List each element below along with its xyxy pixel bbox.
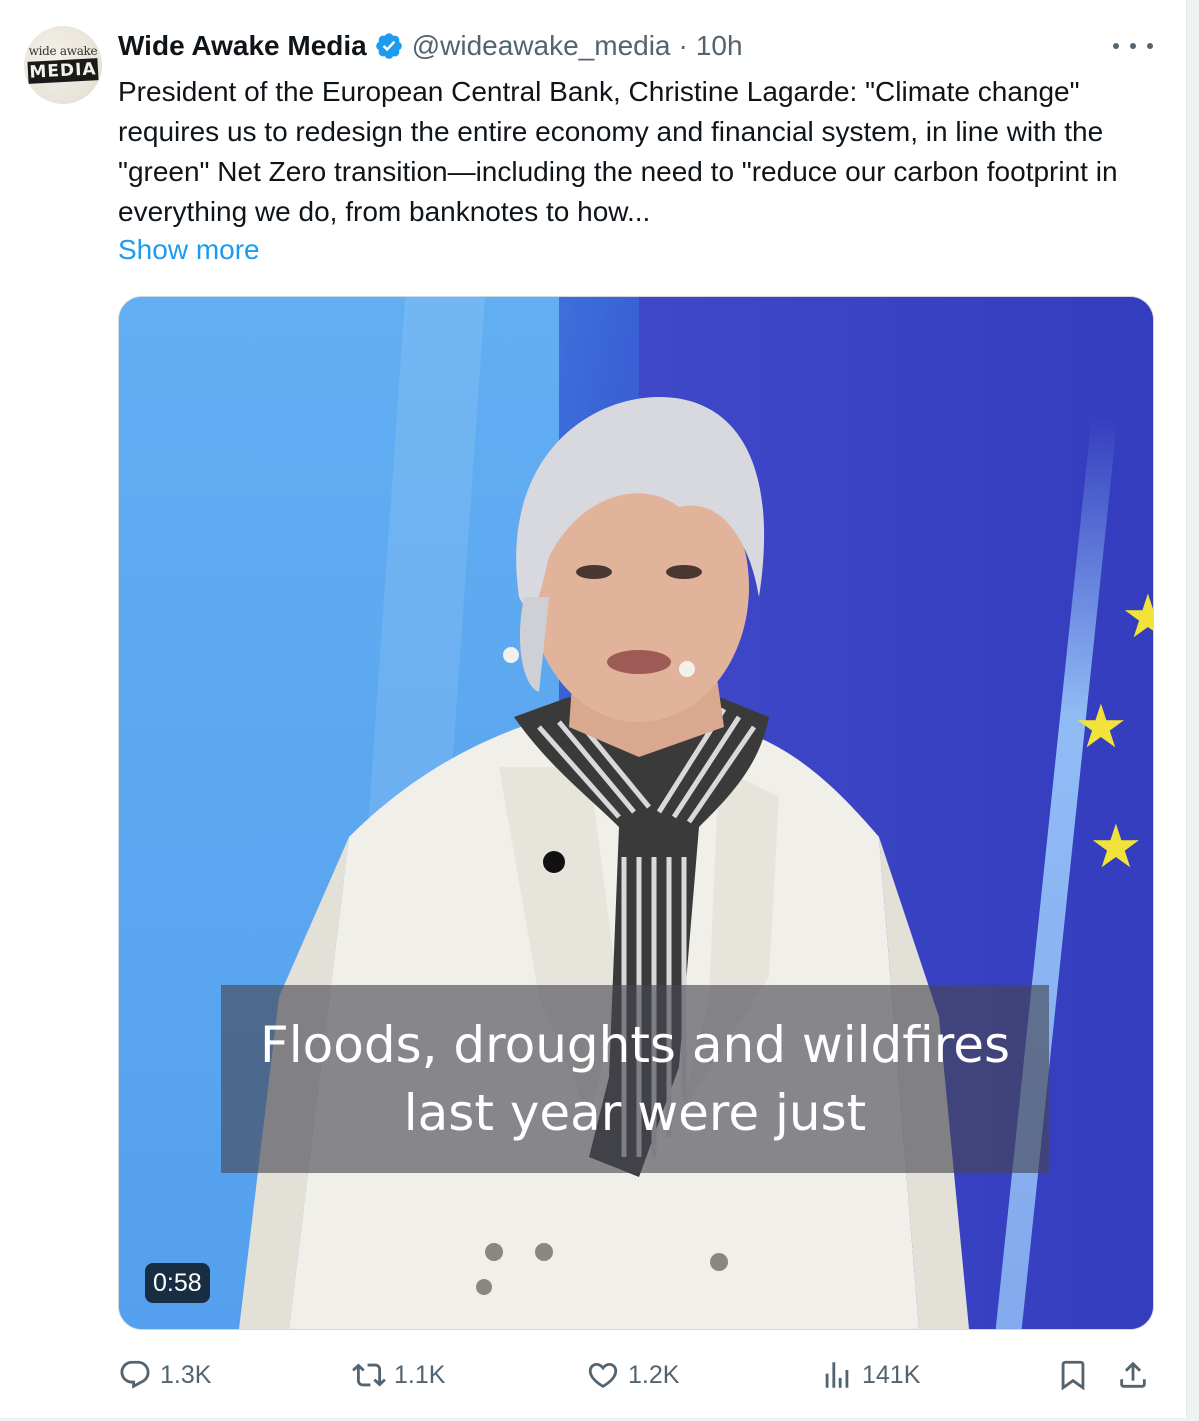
tweet-timestamp[interactable]: 10h bbox=[696, 30, 743, 62]
subtitle-line: last year were just bbox=[403, 1084, 867, 1142]
more-dot bbox=[1147, 43, 1153, 49]
subtitle-line: Floods, droughts and wildfires bbox=[260, 1016, 1010, 1074]
like-button[interactable]: 1.2K bbox=[586, 1350, 679, 1400]
like-icon bbox=[588, 1362, 618, 1388]
views-count: 141K bbox=[862, 1360, 921, 1389]
verified-badge-icon[interactable] bbox=[374, 31, 404, 61]
author-handle[interactable]: @wideawake_media bbox=[412, 30, 671, 62]
more-dot bbox=[1130, 43, 1136, 49]
video-subtitle: Floods, droughts and wildfires last year… bbox=[221, 985, 1049, 1173]
tweet-text: President of the European Central Bank, … bbox=[118, 76, 1118, 227]
author-name[interactable]: Wide Awake Media bbox=[118, 30, 367, 62]
like-count: 1.2K bbox=[628, 1360, 680, 1389]
video-player[interactable]: ★ ★ ★ ★ bbox=[118, 296, 1154, 1330]
repost-button[interactable]: 1.1K bbox=[352, 1350, 445, 1400]
tweet: wide awake MEDIA Wide Awake Media @widea… bbox=[0, 0, 1199, 1421]
separator-dot: · bbox=[678, 30, 688, 61]
tweet-header: Wide Awake Media @wideawake_media · 10h bbox=[118, 28, 743, 64]
avatar[interactable]: wide awake MEDIA bbox=[24, 26, 102, 104]
views-icon bbox=[825, 1362, 849, 1388]
more-icon[interactable] bbox=[1113, 36, 1153, 56]
reply-icon bbox=[120, 1360, 150, 1389]
bookmark-icon[interactable] bbox=[1056, 1358, 1090, 1392]
show-more-link[interactable]: Show more bbox=[118, 232, 260, 268]
more-dot bbox=[1113, 43, 1119, 49]
speaker-figure bbox=[239, 397, 969, 1329]
share-icon[interactable] bbox=[1116, 1358, 1150, 1392]
action-bar: 1.3K 1.1K 1.2K 141K bbox=[0, 1350, 1199, 1400]
video-duration-badge: 0:58 bbox=[145, 1263, 210, 1303]
views-button[interactable]: 141K bbox=[820, 1350, 920, 1400]
repost-count: 1.1K bbox=[394, 1360, 446, 1389]
repost-icon bbox=[352, 1363, 386, 1387]
reply-count: 1.3K bbox=[160, 1360, 212, 1389]
reply-button[interactable]: 1.3K bbox=[118, 1350, 211, 1400]
right-edge bbox=[1186, 0, 1199, 1421]
avatar-logo-top: wide awake bbox=[28, 44, 98, 58]
avatar-logo-media: MEDIA bbox=[27, 58, 99, 84]
